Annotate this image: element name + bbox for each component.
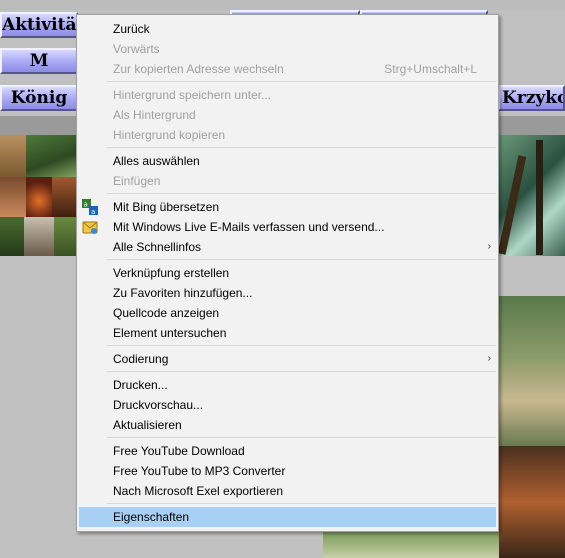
menu-item-set-as-background[interactable]: Als Hintergrund xyxy=(77,105,498,125)
menu-item-label: Zu Favoriten hinzufügen... xyxy=(113,286,253,300)
menu-item-properties[interactable]: Eigenschaften xyxy=(79,507,496,527)
menu-item-encoding[interactable]: Codierung › xyxy=(77,349,498,369)
windows-live-mail-icon xyxy=(82,219,98,235)
menu-item-label: Vorwärts xyxy=(113,42,160,56)
menu-item-label: Alle Schnellinfos xyxy=(113,240,202,254)
menu-item-forward[interactable]: Vorwärts xyxy=(77,39,498,59)
chevron-right-icon: › xyxy=(487,353,491,364)
menu-item-free-youtube-to-mp3[interactable]: Free YouTube to MP3 Converter xyxy=(77,461,498,481)
nav-button-koenig[interactable]: König xyxy=(0,85,78,111)
menu-item-label: Quellcode anzeigen xyxy=(113,306,220,320)
menu-item-label: Drucken... xyxy=(113,378,168,392)
menu-item-print-preview[interactable]: Druckvorschau... xyxy=(77,395,498,415)
menu-item-label: Als Hintergrund xyxy=(113,108,196,122)
menu-item-label: Alles auswählen xyxy=(113,154,200,168)
menu-item-free-youtube-download[interactable]: Free YouTube Download xyxy=(77,441,498,461)
nav-button-label: Krzykow xyxy=(502,88,563,108)
page-divider-left xyxy=(0,116,76,135)
menu-item-translate-with-bing[interactable]: a a Mit Bing übersetzen xyxy=(77,197,498,217)
menu-item-refresh[interactable]: Aktualisieren xyxy=(77,415,498,435)
menu-item-label: Mit Windows Live E-Mails verfassen und v… xyxy=(113,220,385,234)
thumbnail-gallery-left[interactable] xyxy=(0,135,76,256)
menu-separator xyxy=(107,503,496,504)
menu-separator xyxy=(107,81,496,82)
menu-item-save-background-as[interactable]: Hintergrund speichern unter... xyxy=(77,85,498,105)
menu-item-all-accelerators[interactable]: Alle Schnellinfos › xyxy=(77,237,498,257)
page-divider-right xyxy=(498,116,565,135)
svg-text:a: a xyxy=(91,208,95,215)
menu-item-label: Einfügen xyxy=(113,174,161,188)
menu-separator xyxy=(107,147,496,148)
page-top-strip xyxy=(0,0,565,10)
menu-item-create-shortcut[interactable]: Verknüpfung erstellen xyxy=(77,263,498,283)
nav-button-label: M xyxy=(29,51,49,71)
menu-item-copy-background[interactable]: Hintergrund kopieren xyxy=(77,125,498,145)
menu-item-windows-live-mail[interactable]: Mit Windows Live E-Mails verfassen und v… xyxy=(77,217,498,237)
chevron-right-icon: › xyxy=(487,241,491,252)
menu-item-label: Free YouTube to MP3 Converter xyxy=(113,464,286,478)
nav-button-label: König xyxy=(10,88,68,108)
menu-separator xyxy=(107,437,496,438)
menu-item-label: Eigenschaften xyxy=(113,510,190,524)
bing-translate-icon: a a xyxy=(82,199,98,216)
menu-item-label: Element untersuchen xyxy=(113,326,227,340)
nav-button-m[interactable]: M xyxy=(0,48,78,74)
menu-item-paste[interactable]: Einfügen xyxy=(77,171,498,191)
menu-item-print[interactable]: Drucken... xyxy=(77,375,498,395)
menu-item-go-to-copied-address[interactable]: Zur kopierten Adresse wechseln Strg+Umsch… xyxy=(77,59,498,79)
menu-item-label: Free YouTube Download xyxy=(113,444,245,458)
menu-item-inspect-element[interactable]: Element untersuchen xyxy=(77,323,498,343)
nav-button-krzykow[interactable]: Krzykow xyxy=(498,85,565,111)
menu-separator xyxy=(107,259,496,260)
menu-separator xyxy=(107,371,496,372)
menu-item-label: Zurück xyxy=(113,22,150,36)
nav-button-label: Aktivitäten xyxy=(2,15,77,35)
menu-item-label: Verknüpfung erstellen xyxy=(113,266,230,280)
nav-button-aktivitaeten[interactable]: Aktivitäten xyxy=(0,12,78,38)
menu-item-shortcut: Strg+Umschalt+L xyxy=(384,62,477,76)
context-menu: Zurück Vorwärts Zur kopierten Adresse we… xyxy=(76,14,499,532)
menu-item-label: Codierung xyxy=(113,352,169,366)
thumbnail-painting-right[interactable] xyxy=(498,135,565,256)
menu-item-label: Aktualisieren xyxy=(113,418,182,432)
menu-separator xyxy=(107,345,496,346)
menu-item-add-to-favorites[interactable]: Zu Favoriten hinzufügen... xyxy=(77,283,498,303)
menu-item-view-source[interactable]: Quellcode anzeigen xyxy=(77,303,498,323)
menu-item-label: Druckvorschau... xyxy=(113,398,204,412)
svg-text:a: a xyxy=(84,201,88,209)
menu-item-export-to-excel[interactable]: Nach Microsoft Exel exportieren xyxy=(77,481,498,501)
menu-item-label: Zur kopierten Adresse wechseln xyxy=(113,62,284,76)
menu-item-back[interactable]: Zurück xyxy=(77,19,498,39)
menu-item-label: Nach Microsoft Exel exportieren xyxy=(113,484,284,498)
menu-item-label: Hintergrund kopieren xyxy=(113,128,226,142)
menu-separator xyxy=(107,193,496,194)
menu-item-label: Mit Bing übersetzen xyxy=(113,200,220,214)
menu-item-label: Hintergrund speichern unter... xyxy=(113,88,272,102)
menu-item-select-all[interactable]: Alles auswählen xyxy=(77,151,498,171)
